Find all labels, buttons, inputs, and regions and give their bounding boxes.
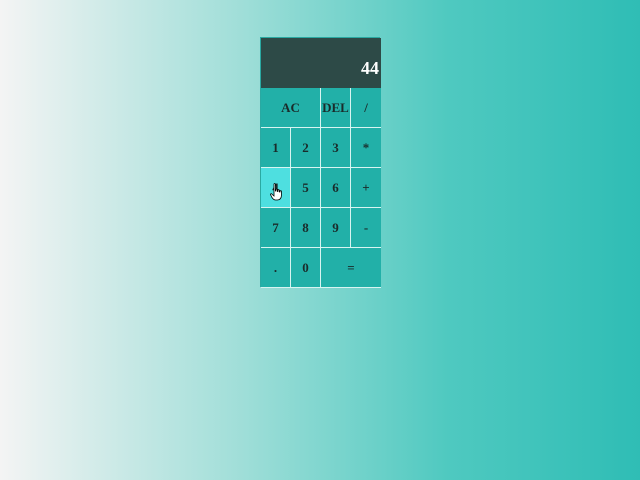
- key-subtract[interactable]: -: [351, 208, 381, 248]
- key-divide[interactable]: /: [351, 88, 381, 128]
- key-6[interactable]: 6: [321, 168, 351, 208]
- key-equals[interactable]: =: [321, 248, 381, 288]
- key-delete[interactable]: DEL: [321, 88, 351, 128]
- key-2[interactable]: 2: [291, 128, 321, 168]
- key-9[interactable]: 9: [321, 208, 351, 248]
- key-clear[interactable]: AC: [261, 88, 321, 128]
- key-decimal[interactable]: .: [261, 248, 291, 288]
- key-add[interactable]: +: [351, 168, 381, 208]
- key-7[interactable]: 7: [261, 208, 291, 248]
- key-3[interactable]: 3: [321, 128, 351, 168]
- calculator: 44 AC DEL / 1 2 3 * 4 5 6 + 7 8 9 - . 0 …: [260, 37, 381, 288]
- key-4[interactable]: 4: [261, 168, 291, 208]
- key-multiply[interactable]: *: [351, 128, 381, 168]
- calculator-display: 44: [261, 38, 381, 88]
- key-5[interactable]: 5: [291, 168, 321, 208]
- key-1[interactable]: 1: [261, 128, 291, 168]
- key-0[interactable]: 0: [291, 248, 321, 288]
- key-8[interactable]: 8: [291, 208, 321, 248]
